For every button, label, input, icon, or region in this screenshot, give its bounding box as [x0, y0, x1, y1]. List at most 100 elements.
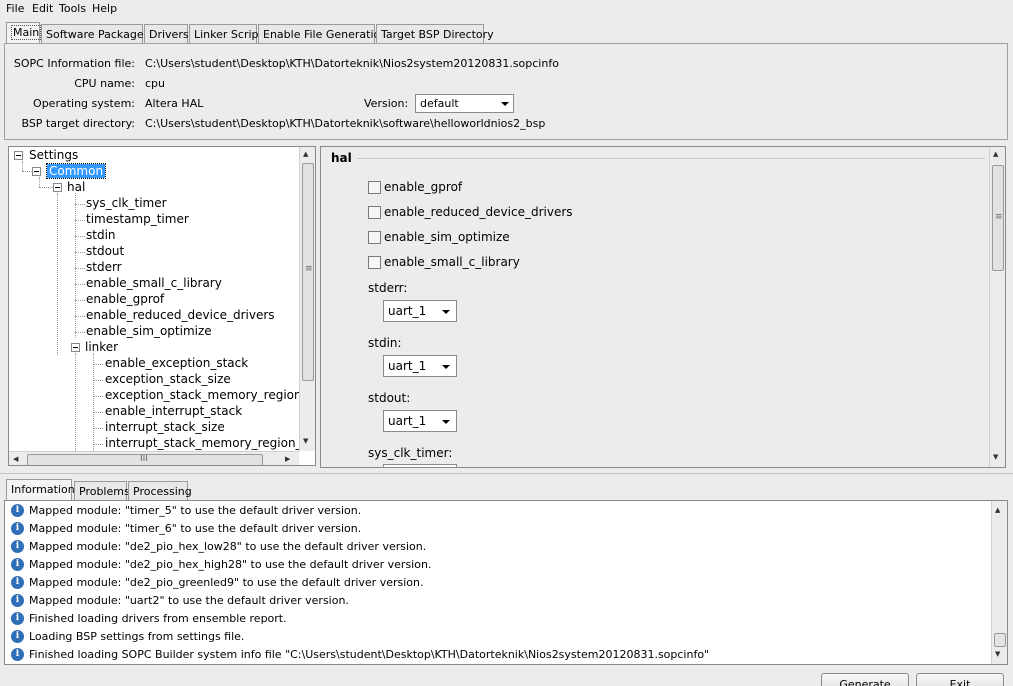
enable-sim-optimize-label: enable_sim_optimize [384, 230, 510, 244]
cpu-label: CPU name: [74, 77, 135, 90]
tree-node-hal[interactable]: hal [67, 180, 85, 194]
log-message: Mapped module: "timer_6" to use the defa… [29, 522, 362, 535]
menu-file[interactable]: File [6, 2, 24, 15]
stderr-label: stderr: [368, 281, 408, 295]
bsp-dir-value: C:\Users\student\Desktop\KTH\Datorteknik… [145, 117, 546, 130]
log-message: Mapped module: "de2_pio_hex_high28" to u… [29, 558, 432, 571]
tree-connector [75, 193, 76, 338]
tree-item-stdin[interactable]: stdin [86, 228, 116, 242]
split-divider[interactable] [0, 473, 1013, 474]
tab-problems[interactable]: Problems [74, 481, 130, 500]
stderr-value: uart_1 [388, 304, 427, 318]
scroll-right-icon[interactable]: ▶ [285, 455, 290, 463]
stdin-select[interactable]: uart_1 [383, 355, 457, 377]
version-select[interactable]: default [415, 94, 514, 113]
tree-item-exception-stack-memory-region[interactable]: exception_stack_memory_region_n [105, 388, 315, 402]
tab-enable-file-generation[interactable]: Enable File Generation [258, 24, 387, 43]
tab-drivers[interactable]: Drivers [144, 24, 189, 43]
hal-vertical-scroll-thumb[interactable]: ≡ [992, 165, 1004, 271]
collapse-linker-toggle[interactable] [71, 343, 80, 352]
collapse-hal-toggle[interactable] [53, 183, 62, 192]
tree-node-linker[interactable]: linker [85, 340, 118, 354]
version-label: Version: [364, 97, 409, 110]
menu-help[interactable]: Help [92, 2, 117, 15]
generate-button[interactable]: Generate [821, 673, 909, 686]
enable-reduced-device-drivers-checkbox[interactable] [368, 206, 381, 219]
sys-clk-timer-select[interactable] [383, 464, 457, 467]
scroll-grip-icon: ≡ [305, 264, 313, 274]
tree-item-interrupt-stack-memory-region[interactable]: interrupt_stack_memory_region_na [105, 436, 315, 450]
info-icon: i [11, 648, 24, 661]
tree-item-stdout[interactable]: stdout [86, 244, 124, 258]
hal-vertical-scrollbar[interactable]: ▲ ≡ ▼ [989, 147, 1005, 467]
menu-bar: File Edit Tools Help [0, 0, 1013, 18]
log-message: Mapped module: "de2_pio_greenled9" to us… [29, 576, 424, 589]
tab-processing[interactable]: Processing [128, 481, 192, 500]
info-icon: i [11, 540, 24, 553]
tab-main[interactable]: Main [6, 22, 42, 43]
tree-item-enable-reduced-device-drivers[interactable]: enable_reduced_device_drivers [86, 308, 275, 322]
enable-gprof-checkbox[interactable] [368, 181, 381, 194]
log-vertical-scrollbar[interactable]: ▲ ▼ [991, 501, 1007, 664]
stdout-select[interactable]: uart_1 [383, 410, 457, 432]
hal-group-border [357, 158, 985, 159]
sopc-label: SOPC Information file: [13, 57, 135, 70]
scroll-left-icon[interactable]: ◀ [13, 455, 18, 463]
info-icon: i [11, 630, 24, 643]
hal-group-title: hal [331, 151, 352, 165]
tree-node-common[interactable]: Common [45, 163, 107, 179]
tab-target-bsp-directory[interactable]: Target BSP Directory [376, 24, 494, 43]
tab-software-packages[interactable]: Software Packages [41, 24, 149, 43]
tab-information[interactable]: Information [6, 479, 75, 500]
menu-tools[interactable]: Tools [59, 2, 86, 15]
stdout-label: stdout: [368, 391, 411, 405]
tree-connector [57, 193, 58, 355]
tree-connector [93, 380, 103, 381]
scroll-down-icon[interactable]: ▼ [993, 453, 998, 461]
log-vertical-scroll-thumb[interactable] [994, 633, 1006, 647]
tree-horizontal-scrollbar[interactable]: ◀ III ▶ [9, 451, 299, 465]
tree-connector [75, 284, 85, 285]
tab-main-label: Main [11, 25, 42, 40]
stdout-value: uart_1 [388, 414, 427, 428]
tree-horizontal-scroll-thumb[interactable]: III [27, 454, 263, 465]
stderr-select[interactable]: uart_1 [383, 300, 457, 322]
tree-connector [93, 412, 103, 413]
tree-connector [75, 220, 85, 221]
sys-clk-timer-label: sys_clk_timer: [368, 446, 453, 460]
scroll-down-icon[interactable]: ▼ [995, 650, 1000, 658]
tree-vertical-scroll-thumb[interactable]: ≡ [302, 163, 314, 381]
tree-item-enable-exception-stack[interactable]: enable_exception_stack [105, 356, 248, 370]
scroll-up-icon[interactable]: ▲ [303, 150, 308, 158]
scroll-up-icon[interactable]: ▲ [993, 150, 998, 158]
info-icon: i [11, 504, 24, 517]
log-message: Finished loading SOPC Builder system inf… [29, 648, 710, 661]
tree-item-enable-gprof[interactable]: enable_gprof [86, 292, 164, 306]
tree-item-interrupt-stack-size[interactable]: interrupt_stack_size [105, 420, 225, 434]
tree-item-enable-small-c-library[interactable]: enable_small_c_library [86, 276, 222, 290]
enable-small-c-library-label: enable_small_c_library [384, 255, 520, 269]
menu-edit[interactable]: Edit [32, 2, 53, 15]
tree-item-sys-clk-timer[interactable]: sys_clk_timer [86, 196, 167, 210]
tree-item-enable-sim-optimize[interactable]: enable_sim_optimize [86, 324, 212, 338]
chevron-down-icon [442, 420, 450, 424]
settings-tree: Settings Common hal sys_clk_timer timest… [8, 146, 316, 466]
tree-item-enable-interrupt-stack[interactable]: enable_interrupt_stack [105, 404, 242, 418]
scroll-up-icon[interactable]: ▲ [995, 506, 1000, 514]
tree-item-exception-stack-size[interactable]: exception_stack_size [105, 372, 231, 386]
enable-small-c-library-checkbox[interactable] [368, 256, 381, 269]
tree-item-timestamp-timer[interactable]: timestamp_timer [86, 212, 189, 226]
tree-connector [93, 364, 103, 365]
tree-node-settings[interactable]: Settings [29, 148, 78, 162]
exit-button[interactable]: Exit [916, 673, 1004, 686]
collapse-settings-toggle[interactable] [14, 151, 23, 160]
tab-linker-script[interactable]: Linker Script [189, 24, 263, 43]
tree-item-stderr[interactable]: stderr [86, 260, 122, 274]
bsp-dir-label: BSP target directory: [21, 117, 135, 130]
scroll-down-icon[interactable]: ▼ [303, 437, 308, 445]
log-message: Mapped module: "timer_5" to use the defa… [29, 504, 362, 517]
tree-vertical-scrollbar[interactable]: ▲ ≡ ▼ [299, 147, 315, 451]
collapse-common-toggle[interactable] [32, 167, 41, 176]
info-icon: i [11, 558, 24, 571]
enable-sim-optimize-checkbox[interactable] [368, 231, 381, 244]
